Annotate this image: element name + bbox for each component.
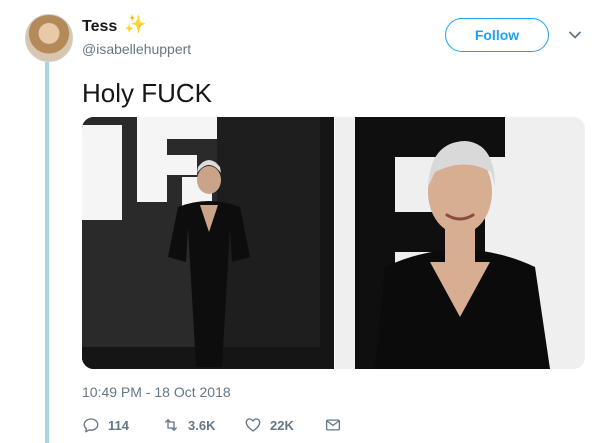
like-count: 22K — [270, 417, 294, 433]
sparkles-icon: ✨ — [124, 14, 147, 34]
chevron-down-icon[interactable] — [568, 28, 582, 42]
tweet-timestamp[interactable]: 10:49 PM - 18 Oct 2018 — [82, 384, 231, 400]
media-grid[interactable] — [82, 117, 585, 369]
tweet-text: Holy FUCK — [82, 78, 213, 108]
reply-button[interactable]: 114 — [82, 415, 129, 435]
retweet-icon — [165, 419, 177, 431]
reply-count: 114 — [108, 417, 129, 433]
reply-icon — [83, 418, 99, 433]
follow-button[interactable]: Follow — [445, 18, 549, 52]
retweet-count: 3.6K — [188, 417, 216, 433]
like-icon — [245, 418, 261, 432]
like-button[interactable]: 22K — [244, 415, 294, 435]
avatar[interactable] — [25, 14, 73, 62]
retweet-button[interactable]: 3.6K — [162, 415, 215, 435]
message-icon — [325, 419, 341, 431]
user-handle[interactable]: @isabellehuppert — [82, 41, 191, 57]
display-name[interactable]: Tess — [82, 18, 117, 36]
message-button[interactable] — [324, 415, 342, 435]
photo-left[interactable] — [82, 117, 334, 369]
thread-line — [45, 62, 49, 443]
photo-right[interactable] — [335, 117, 585, 369]
